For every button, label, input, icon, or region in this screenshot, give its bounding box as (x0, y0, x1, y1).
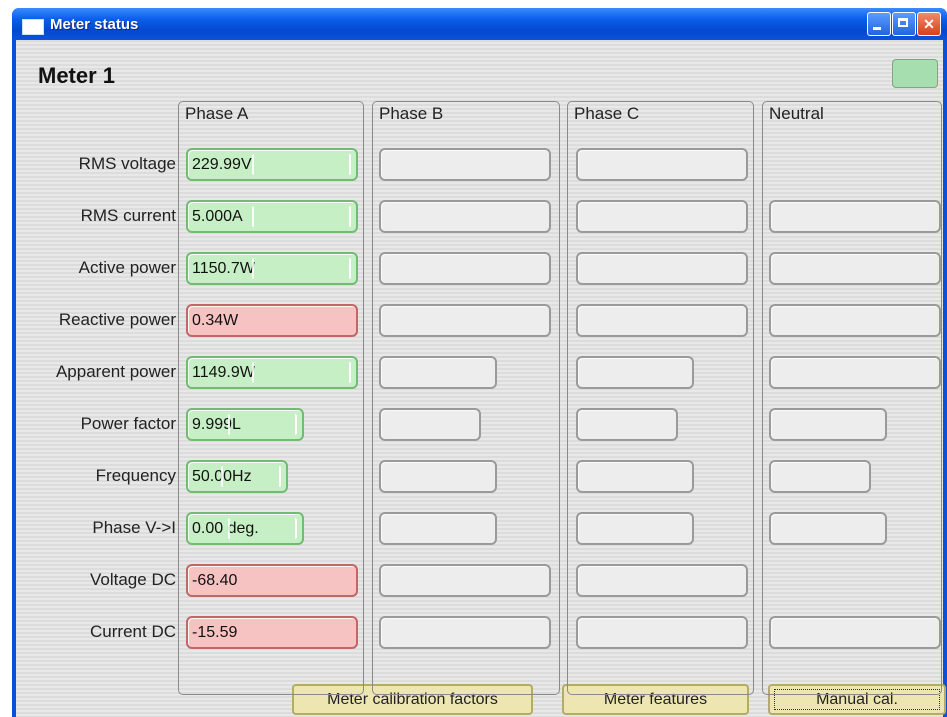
row-label: Current DC (90, 622, 176, 641)
empty-value-field (576, 356, 694, 389)
title-bar[interactable]: Meter status ✕ (12, 8, 947, 40)
phase-a-value-field: 9.999L (186, 408, 304, 441)
window-icon (22, 19, 44, 35)
value-text: -68.40 (192, 572, 238, 589)
value-text: 1149.9W (192, 364, 255, 381)
level-gloss (228, 414, 297, 435)
empty-value-field (379, 304, 551, 337)
empty-value-field (769, 304, 941, 337)
empty-value-field (379, 148, 551, 181)
phase-a-value-field: 50.00Hz (186, 460, 288, 493)
level-gloss (252, 206, 351, 227)
level-gloss (252, 258, 351, 279)
row-label: Apparent power (55, 362, 176, 381)
phase-panel-2: Phase B (372, 101, 560, 695)
close-icon: ✕ (923, 16, 935, 32)
window-title: Meter status (50, 16, 139, 33)
phase-a-value-field: 229.99V (186, 148, 358, 181)
value-text: 229.99V (192, 156, 252, 173)
empty-value-field (576, 200, 748, 233)
phase-a-value-field: -68.40 (186, 564, 358, 597)
empty-value-field (379, 200, 551, 233)
level-gloss (252, 154, 351, 175)
row-label: Voltage DC (90, 570, 176, 589)
empty-value-field (379, 460, 497, 493)
empty-value-field (769, 512, 887, 545)
empty-value-field (576, 408, 678, 441)
level-gloss (252, 362, 351, 383)
minimize-button[interactable] (867, 12, 891, 36)
level-gloss (228, 518, 297, 539)
row-label: RMS voltage (78, 154, 176, 173)
empty-value-field (379, 616, 551, 649)
meter-title: Meter 1 (38, 63, 116, 88)
empty-value-field (769, 460, 871, 493)
empty-value-field (769, 252, 941, 285)
maximize-icon (898, 18, 908, 27)
phase-title: Phase C (574, 104, 640, 123)
phase-title: Neutral (769, 104, 824, 123)
phase-a-value-field: 5.000A (186, 200, 358, 233)
level-gloss (221, 466, 281, 487)
row-label: Power factor (80, 414, 176, 433)
row-label: Reactive power (58, 310, 176, 329)
value-text: 1150.7W (192, 260, 255, 277)
empty-value-field (576, 148, 748, 181)
empty-value-field (769, 408, 887, 441)
phase-panel-3: Phase C (567, 101, 754, 695)
value-text: 5.000A (192, 208, 243, 225)
row-label: RMS current (80, 206, 176, 225)
empty-value-field (769, 616, 941, 649)
meter-status-indicator (892, 59, 938, 88)
phase-a-value-field: -15.59 (186, 616, 358, 649)
row-label: Active power (78, 258, 176, 277)
empty-value-field (379, 512, 497, 545)
client-area: Meter 1 Meter calibration factors Meter … (16, 40, 946, 717)
empty-value-field (769, 200, 941, 233)
phase-a-value-field: 0.00 deg. (186, 512, 304, 545)
empty-value-field (379, 252, 551, 285)
row-label: Phase V->I (92, 518, 176, 537)
value-text: -15.59 (192, 624, 238, 641)
empty-value-field (576, 252, 748, 285)
phase-panel-1: Phase A (178, 101, 364, 695)
empty-value-field (576, 460, 694, 493)
meter-status-window: Meter status ✕ Meter 1 Meter calibration… (12, 8, 947, 717)
empty-value-field (379, 356, 497, 389)
empty-value-field (576, 564, 748, 597)
phase-title: Phase B (379, 104, 444, 123)
close-button[interactable]: ✕ (917, 12, 941, 36)
empty-value-field (576, 512, 694, 545)
minimize-icon (873, 27, 881, 30)
maximize-button[interactable] (892, 12, 916, 36)
value-text: 0.34W (192, 312, 239, 329)
empty-value-field (379, 408, 481, 441)
phase-a-value-field: 1149.9W (186, 356, 358, 389)
phase-panel-4: Neutral (762, 101, 942, 695)
empty-value-field (769, 356, 941, 389)
phase-a-value-field: 1150.7W (186, 252, 358, 285)
phase-a-value-field: 0.34W (186, 304, 358, 337)
empty-value-field (576, 304, 748, 337)
phase-title: Phase A (185, 104, 249, 123)
empty-value-field (379, 564, 551, 597)
row-label: Frequency (95, 466, 176, 485)
empty-value-field (576, 616, 748, 649)
